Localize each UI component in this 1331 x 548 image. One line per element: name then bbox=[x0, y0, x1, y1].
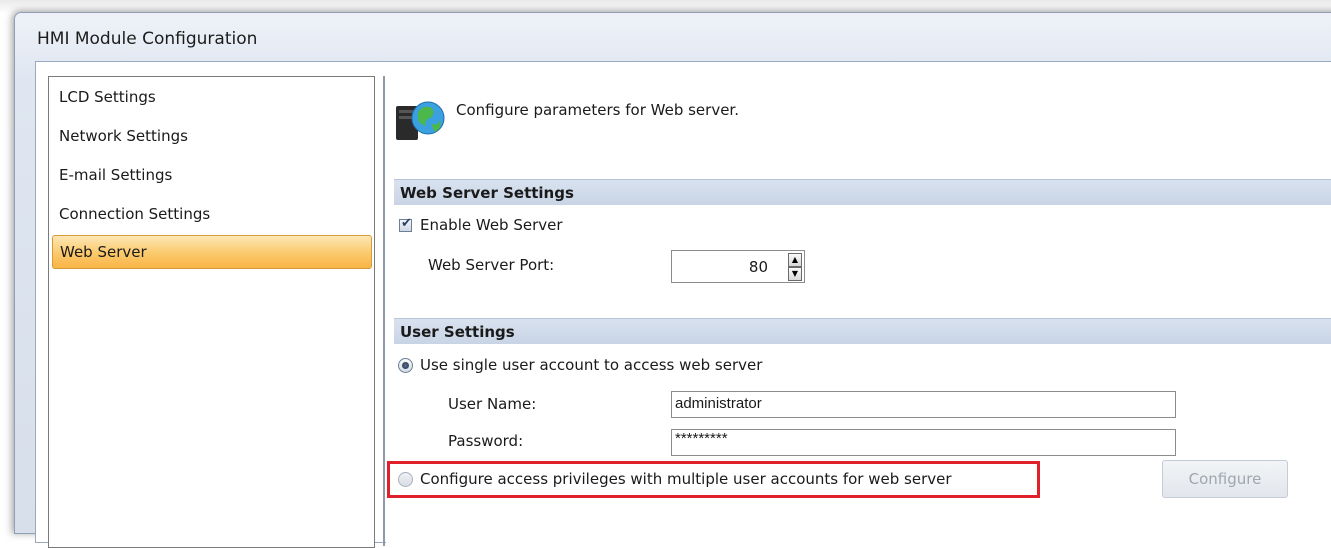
settings-sidebar: LCD Settings Network Settings E-mail Set… bbox=[48, 76, 375, 548]
sidebar-item-email-settings[interactable]: E-mail Settings bbox=[49, 158, 374, 192]
sidebar-item-lcd-settings[interactable]: LCD Settings bbox=[49, 80, 374, 114]
header-description: Configure parameters for Web server. bbox=[456, 101, 739, 119]
web-server-port-label: Web Server Port: bbox=[428, 256, 555, 274]
config-window: HMI Module Configuration LCD Settings Ne… bbox=[14, 12, 1331, 548]
panel-divider bbox=[383, 76, 385, 546]
port-increment-button[interactable]: ▲ bbox=[788, 253, 802, 267]
port-decrement-button[interactable]: ▼ bbox=[788, 267, 802, 281]
configure-button[interactable]: Configure bbox=[1162, 460, 1288, 498]
web-server-settings-header: Web Server Settings bbox=[394, 179, 1331, 205]
web-server-panel: Configure parameters for Web server. Web… bbox=[386, 76, 1331, 546]
check-icon: ✔ bbox=[401, 216, 412, 231]
enable-web-server-label: Enable Web Server bbox=[420, 216, 563, 234]
multi-user-radio[interactable] bbox=[398, 472, 413, 487]
web-server-globe-icon bbox=[396, 101, 445, 140]
sidebar-item-web-server[interactable]: Web Server bbox=[52, 235, 372, 269]
enable-web-server-checkbox[interactable]: ✔ bbox=[399, 216, 412, 232]
sidebar-item-network-settings[interactable]: Network Settings bbox=[49, 119, 374, 153]
window-title: HMI Module Configuration bbox=[37, 29, 258, 49]
radio-selected-dot bbox=[402, 362, 409, 369]
single-user-label: Use single user account to access web se… bbox=[420, 356, 763, 374]
content-frame: LCD Settings Network Settings E-mail Set… bbox=[35, 61, 1331, 548]
username-label: User Name: bbox=[448, 395, 537, 413]
user-settings-header: User Settings bbox=[394, 318, 1331, 344]
password-label: Password: bbox=[448, 432, 524, 450]
single-user-radio[interactable] bbox=[398, 358, 413, 373]
multi-user-label: Configure access privileges with multipl… bbox=[420, 470, 952, 488]
sidebar-item-connection-settings[interactable]: Connection Settings bbox=[49, 197, 374, 231]
web-server-port-stepper[interactable]: 80 ▲ ▼ bbox=[671, 250, 805, 283]
web-server-port-value: 80 bbox=[748, 258, 768, 276]
username-field[interactable]: administrator bbox=[671, 391, 1176, 418]
password-field[interactable]: ********* bbox=[671, 429, 1176, 456]
